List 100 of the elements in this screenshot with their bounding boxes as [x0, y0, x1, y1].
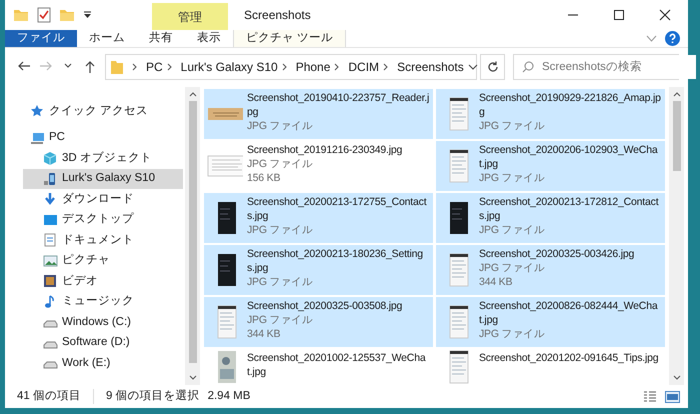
- chevron-right-icon: [132, 63, 138, 71]
- cube-icon: [43, 151, 58, 166]
- search-field[interactable]: Screenshotsの検索: [542, 55, 696, 79]
- sidebar-item[interactable]: PC: [10, 128, 183, 148]
- sidebar-item[interactable]: ビデオ: [23, 271, 183, 292]
- refresh-button[interactable]: [480, 54, 505, 80]
- file-tile[interactable]: Screenshot_20201202-091645_Tips.jpg: [436, 349, 665, 385]
- file-tile[interactable]: Screenshot_20200213-180236_Settings.jpg JPG ファイル: [204, 245, 433, 295]
- file-type: JPG ファイル: [479, 261, 546, 275]
- tiles-view-icon[interactable]: [665, 390, 680, 402]
- sidebar-item[interactable]: ミュージック: [23, 292, 183, 312]
- star-icon: [30, 104, 45, 118]
- help-icon[interactable]: [665, 31, 680, 46]
- sidebar-item[interactable]: Lurk's Galaxy S10: [23, 168, 183, 189]
- chevron-right-icon: [383, 63, 390, 71]
- file-type: JPG ファイル: [479, 223, 546, 237]
- file-size: 344 KB: [479, 275, 514, 289]
- close-icon: [659, 9, 671, 21]
- file-name: Screenshot_20201002-125537_WeChat.jpg: [247, 351, 427, 379]
- chevron-right-icon: [166, 63, 173, 71]
- breadcrumb-item[interactable]: Screenshots: [397, 58, 464, 76]
- scrollbar[interactable]: [669, 87, 684, 385]
- sidebar-item[interactable]: ドキュメント: [23, 230, 183, 250]
- computer-icon: [30, 130, 45, 145]
- file-type: JPG ファイル: [479, 327, 546, 341]
- file-size: 156 KB: [247, 171, 282, 185]
- scrollbar[interactable]: [185, 87, 200, 385]
- document-icon: [43, 233, 58, 248]
- file-name: Screenshot_20200213-172812_Contacts.jpg: [479, 195, 660, 223]
- file-tile[interactable]: Screenshot_20200206-102903_WeChat.jpg JPG ファイル: [436, 141, 665, 191]
- scroll-down-icon[interactable]: [188, 375, 196, 381]
- file-type: JPG ファイル: [247, 275, 314, 289]
- file-name: Screenshot_20201202-091645_Tips.jpg: [479, 351, 658, 365]
- checklist-icon[interactable]: [37, 7, 51, 23]
- chevron-right-icon: [282, 63, 288, 71]
- window-title: Screenshots: [244, 7, 311, 24]
- ribbon-tab[interactable]: ファイル: [5, 30, 77, 47]
- file-name: Screenshot_20190929-221826_Amap.jpg: [479, 91, 662, 119]
- ribbon-tab[interactable]: 共有: [137, 30, 185, 47]
- scroll-down-icon[interactable]: [672, 375, 680, 381]
- file-tile[interactable]: Screenshot_20191216-230349.jpg JPG ファイル 156 KB: [204, 141, 433, 191]
- selection-count: 9 個の項目を選択: [106, 388, 200, 404]
- file-type: JPG ファイル: [479, 171, 546, 185]
- chevron-down-icon[interactable]: [468, 64, 478, 70]
- item-count: 41 個の項目: [17, 388, 81, 404]
- breadcrumb-item[interactable]: DCIM: [348, 58, 380, 76]
- file-name: Screenshot_20200325-003508.jpg: [247, 299, 402, 313]
- desktop-icon: [43, 212, 58, 227]
- refresh-icon: [486, 61, 498, 73]
- breadcrumb-item[interactable]: PC: [146, 58, 163, 76]
- file-size: 344 KB: [247, 327, 282, 341]
- file-tile[interactable]: Screenshot_20190929-221826_Amap.jpg JPG ファイル: [436, 89, 665, 139]
- details-view-icon[interactable]: [643, 390, 657, 402]
- file-type: JPG ファイル: [247, 157, 314, 171]
- file-name: Screenshot_20200213-180236_Settings.jpg: [247, 247, 424, 275]
- scrollbar-thumb[interactable]: [188, 101, 196, 363]
- phone-icon: [43, 172, 58, 186]
- file-tile[interactable]: Screenshot_20200213-172755_Contacts.jpg JPG ファイル: [204, 193, 433, 243]
- maximize-icon: [613, 9, 625, 21]
- file-name: Screenshot_20200826-082444_WeChat.jpg: [479, 299, 659, 327]
- sidebar-item[interactable]: ピクチャ: [23, 250, 183, 271]
- file-tile[interactable]: Screenshot_20200826-082444_WeChat.jpg JPG ファイル: [436, 297, 665, 347]
- sidebar-item[interactable]: Windows (C:): [23, 312, 183, 332]
- breadcrumb-item[interactable]: Phone: [296, 58, 330, 76]
- scroll-up-icon[interactable]: [188, 91, 196, 97]
- file-type: JPG ファイル: [247, 223, 314, 237]
- file-tile[interactable]: Screenshot_20200325-003426.jpg JPG ファイル 344 KB: [436, 245, 665, 295]
- breadcrumb-item[interactable]: Lurk's Galaxy S10: [180, 58, 278, 76]
- file-tile[interactable]: Screenshot_20201002-125537_WeChat.jpg: [204, 349, 433, 385]
- sidebar-item[interactable]: クイック アクセス: [10, 101, 183, 122]
- sidebar-item[interactable]: Software (D:): [23, 332, 183, 353]
- file-name: Screenshot_20200325-003426.jpg: [479, 247, 634, 261]
- chevron-right-icon: [334, 63, 340, 71]
- file-type: JPG ファイル: [247, 119, 314, 133]
- scrollbar-thumb[interactable]: [672, 101, 680, 171]
- ribbon-tab[interactable]: ホーム: [77, 30, 137, 47]
- file-name: Screenshot_20191216-230349.jpg: [247, 143, 402, 157]
- file-tile[interactable]: Screenshot_20200213-172812_Contacts.jpg JPG ファイル: [436, 193, 665, 243]
- file-type: JPG ファイル: [247, 313, 314, 327]
- file-tile[interactable]: Screenshot_20190410-223757_Reader.jpg JPG ファイル: [204, 89, 433, 139]
- ribbon-tab[interactable]: 表示: [185, 30, 233, 47]
- film-icon: [43, 274, 58, 288]
- file-tile[interactable]: Screenshot_20200325-003508.jpg JPG ファイル 344 KB: [204, 297, 433, 347]
- ribbon-tab[interactable]: ピクチャ ツール: [233, 30, 346, 47]
- sidebar-item[interactable]: 3D オブジェクト: [23, 148, 183, 168]
- context-tab-header: 管理: [152, 3, 228, 30]
- caret-icon[interactable]: [83, 11, 92, 19]
- scroll-up-icon[interactable]: [672, 91, 680, 97]
- selection-size: 2.94 MB: [208, 388, 250, 404]
- sidebar-item[interactable]: Work (E:): [23, 353, 183, 374]
- file-type: JPG ファイル: [479, 119, 546, 133]
- download-arrow-icon: [43, 192, 58, 206]
- up-arrow-icon: [84, 60, 96, 74]
- folder-icon: [110, 59, 124, 75]
- sidebar-item[interactable]: ダウンロード: [23, 189, 183, 210]
- sidebar-item[interactable]: デスクトップ: [23, 210, 183, 230]
- file-name: Screenshot_20200206-102903_WeChat.jpg: [479, 143, 659, 171]
- file-name: Screenshot_20200213-172755_Contacts.jpg: [247, 195, 428, 223]
- address-bar[interactable]: PC Lurk's Galaxy S10 Phone DCIM Screenshots: [105, 54, 477, 80]
- file-name: Screenshot_20190410-223757_Reader.jpg: [247, 91, 430, 119]
